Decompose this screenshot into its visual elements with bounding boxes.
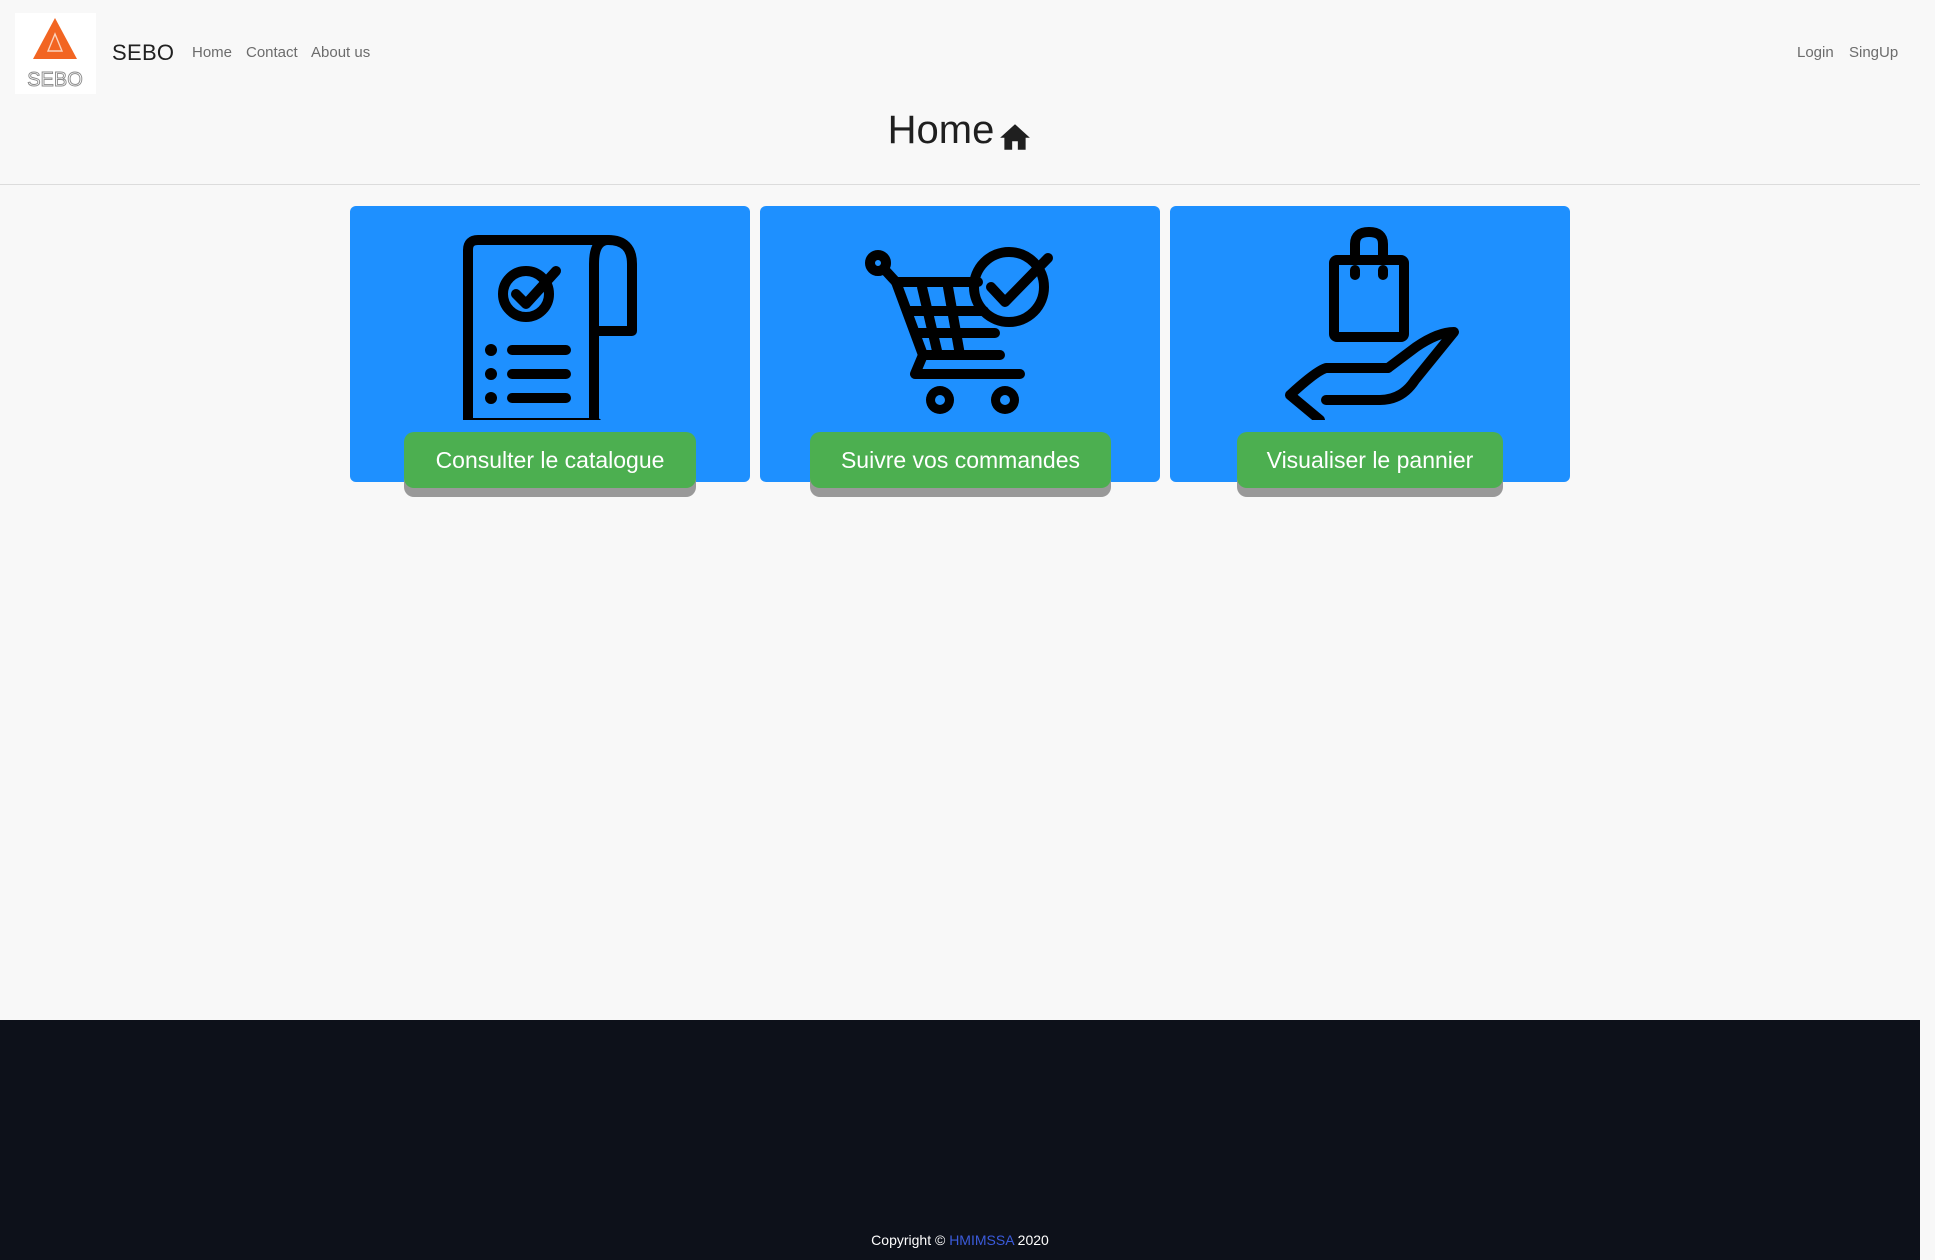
brand-name[interactable]: SEBO [112,40,174,66]
svg-text:SEBO: SEBO [27,69,83,91]
page-title: Home [887,108,995,152]
nav-link-home[interactable]: Home [192,44,232,61]
shopping-cart-check-icon [865,247,1053,414]
nav-link-contact[interactable]: Contact [246,44,298,61]
author-link[interactable]: HMIMSSA [949,1232,1014,1248]
sebo-logo[interactable]: SEBO [15,13,96,94]
nav-link-about[interactable]: About us [311,44,370,61]
navbar: SEBO SEBO Home Contact About us Login Si… [0,0,1920,106]
visualiser-panier-button[interactable]: Visualiser le pannier [1237,432,1503,488]
header-divider [0,184,1920,185]
copyright-text: Copyright © HMIMSSA 2020 [0,1232,1920,1248]
home-icon [1000,124,1031,150]
consulter-catalogue-button[interactable]: Consulter le catalogue [404,432,696,488]
copyright-prefix: Copyright © [871,1232,946,1248]
copyright-year: 2020 [1017,1232,1049,1248]
page-header: Home [0,106,1920,154]
suivre-commandes-button[interactable]: Suivre vos commandes [810,432,1111,488]
receipt-checklist-icon [463,235,637,420]
hand-holding-bag-icon [1285,227,1459,420]
footer [0,1020,1920,1260]
nav-link-signup[interactable]: SingUp [1849,44,1898,61]
nav-link-login[interactable]: Login [1797,44,1834,61]
